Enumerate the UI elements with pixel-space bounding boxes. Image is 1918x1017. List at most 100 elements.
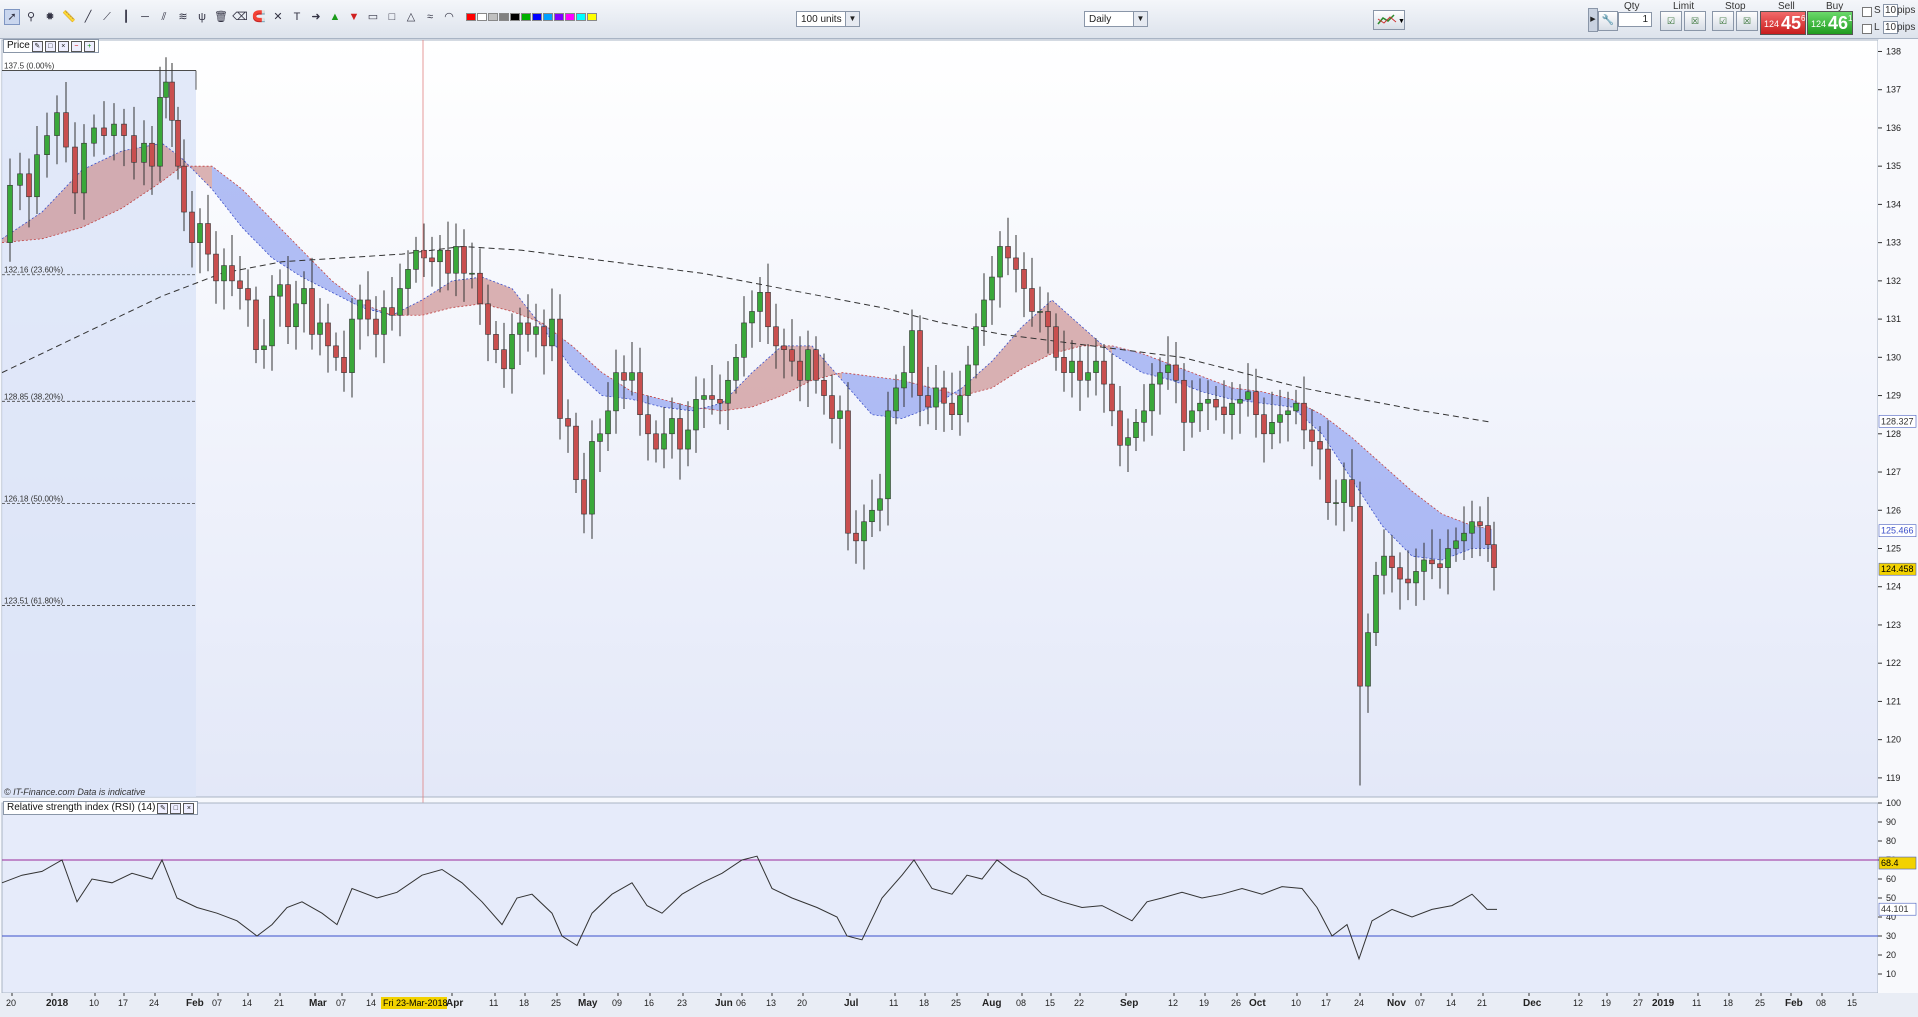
- color-swatch[interactable]: [521, 13, 531, 21]
- top-toolbar: ➚ ⚲ ✹ 📏 ╱ ⟋ ┃ ─ ⫽ ≋ ψ 🗑 ⌫ 🧲 ✕ T ➜ ▲ ▼ ▭ □ △ ≈ ◠ 100 units ▼ Dai…: [0, 0, 1918, 39]
- x-axis-tick-label: 17: [1321, 998, 1331, 1008]
- candle-body: [365, 299, 371, 320]
- magnifier-icon[interactable]: ⚲: [23, 9, 39, 25]
- color-swatch[interactable]: [576, 13, 586, 21]
- x-axis-tick-label: 11: [889, 998, 898, 1008]
- square-icon[interactable]: □: [384, 9, 400, 25]
- timeframe-select[interactable]: Daily ▼: [1084, 11, 1148, 27]
- collapse-arrow-icon[interactable]: ▶: [1588, 8, 1598, 32]
- trendline-icon[interactable]: ╱: [80, 9, 96, 25]
- color-swatch[interactable]: [488, 13, 498, 21]
- units-select[interactable]: 100 units ▼: [796, 11, 860, 27]
- fibonacci-icon[interactable]: ≋: [175, 9, 191, 25]
- stop-checkbox-button[interactable]: ☑: [1712, 11, 1734, 31]
- color-swatch[interactable]: [532, 13, 542, 21]
- arrow-down-icon[interactable]: ▼: [346, 9, 362, 25]
- candle-body: [973, 326, 979, 366]
- limit-checkbox-button[interactable]: ☑: [1660, 11, 1682, 31]
- cursor-date-label: Fri 23-Mar-2018: [383, 998, 448, 1008]
- maximize-icon[interactable]: □: [44, 40, 56, 52]
- y-axis-tick-label: 119: [1886, 773, 1900, 783]
- chart-type-icon: ▼: [1377, 14, 1405, 25]
- rsi-pane-background: [1, 802, 1879, 994]
- y-axis-tick-label: 132: [1886, 276, 1901, 286]
- buy-button[interactable]: 124 46 1: [1807, 11, 1853, 35]
- candle-body: [34, 154, 40, 198]
- text-icon[interactable]: T: [289, 9, 305, 25]
- sell-price-superscript: 6: [1801, 14, 1806, 23]
- chart-type-button[interactable]: ▼: [1373, 10, 1405, 30]
- candle-body: [121, 123, 127, 136]
- arrow-up-icon[interactable]: ▲: [327, 9, 343, 25]
- stop-settings-button[interactable]: ☒: [1736, 11, 1758, 31]
- ray-icon[interactable]: ⟋: [99, 9, 115, 25]
- vertical-line-icon[interactable]: ┃: [118, 9, 134, 25]
- x-axis-tick-label: 13: [766, 998, 776, 1008]
- s-pips-input[interactable]: 10: [1883, 4, 1899, 17]
- fib-arc-icon[interactable]: ◠: [441, 9, 457, 25]
- cursor-icon[interactable]: ➚: [4, 9, 20, 25]
- candle-body: [141, 142, 147, 163]
- sell-button[interactable]: 124 45 6: [1760, 11, 1806, 35]
- candle-body: [621, 372, 627, 381]
- candle-body: [1491, 544, 1497, 568]
- candle-body: [181, 165, 187, 213]
- color-swatch[interactable]: [499, 13, 509, 21]
- parallel-channel-icon[interactable]: ⫽: [156, 9, 172, 25]
- candle-body: [1429, 559, 1435, 565]
- eraser-icon[interactable]: ⌫: [232, 9, 248, 25]
- x-axis-tick-label: Apr: [446, 998, 463, 1009]
- close-icon[interactable]: ×: [57, 40, 69, 52]
- wrench-icon[interactable]: ✎: [31, 40, 43, 52]
- x-axis-tick-label: 12: [1573, 998, 1583, 1008]
- trash-icon[interactable]: 🗑: [213, 9, 229, 25]
- y-axis-tick-label: 138: [1886, 46, 1901, 56]
- candle-body: [853, 532, 859, 542]
- x-axis-tick-label: 27: [1633, 998, 1643, 1008]
- color-swatch[interactable]: [466, 13, 476, 21]
- ruler-icon[interactable]: 📏: [61, 9, 77, 25]
- color-swatch[interactable]: [565, 13, 575, 21]
- limit-settings-button[interactable]: ☒: [1684, 11, 1706, 31]
- pitchfork-icon[interactable]: ψ: [194, 9, 210, 25]
- close-icon[interactable]: ×: [183, 802, 195, 814]
- price-pane-header: Price ✎ □ × − +: [3, 39, 99, 53]
- color-swatch[interactable]: [543, 13, 553, 21]
- color-swatch[interactable]: [477, 13, 487, 21]
- candle-body: [205, 223, 211, 255]
- l-pips-input[interactable]: 10: [1883, 21, 1899, 34]
- candle-body: [1125, 437, 1131, 446]
- crosshair-icon[interactable]: ✹: [42, 9, 58, 25]
- magnet-icon[interactable]: 🧲: [251, 9, 267, 25]
- color-swatch[interactable]: [587, 13, 597, 21]
- color-swatch[interactable]: [510, 13, 520, 21]
- fibonacci-level-label: 137.5 (0.00%): [4, 62, 55, 71]
- long-ma-price-label: 128.327: [1881, 416, 1914, 426]
- remove-icon[interactable]: −: [70, 40, 82, 52]
- add-indicator-icon[interactable]: +: [83, 40, 95, 52]
- y-axis-tick-label: 127: [1886, 467, 1901, 477]
- color-swatch[interactable]: [554, 13, 564, 21]
- horizontal-line-icon[interactable]: ─: [137, 9, 153, 25]
- candle-body: [1085, 372, 1091, 381]
- candle-body: [1221, 406, 1227, 415]
- y-axis-tick-label: 137: [1886, 85, 1901, 95]
- triangle-icon[interactable]: △: [403, 9, 419, 25]
- rectangle-icon[interactable]: ▭: [365, 9, 381, 25]
- wrench-icon[interactable]: ✎: [157, 802, 169, 814]
- arrow-right-icon[interactable]: ➜: [308, 9, 324, 25]
- qty-input[interactable]: 1: [1618, 12, 1652, 27]
- fib-fan-icon[interactable]: ≈: [422, 9, 438, 25]
- maximize-icon[interactable]: □: [170, 802, 182, 814]
- wrench-icon[interactable]: 🔧: [1598, 11, 1618, 31]
- candle-body: [933, 387, 939, 408]
- cross-icon[interactable]: ✕: [270, 9, 286, 25]
- l-checkbox[interactable]: [1862, 24, 1872, 34]
- candle-body: [1093, 360, 1099, 373]
- x-axis-tick-label: 15: [1045, 998, 1055, 1008]
- chart-canvas[interactable]: 137.5 (0.00%) 132.16 (23.60%) 128.85 (38.2…: [0, 38, 1918, 1017]
- s-checkbox[interactable]: [1862, 7, 1872, 17]
- candle-body: [1445, 548, 1451, 568]
- candle-body: [829, 395, 835, 419]
- candle-body: [1141, 410, 1147, 423]
